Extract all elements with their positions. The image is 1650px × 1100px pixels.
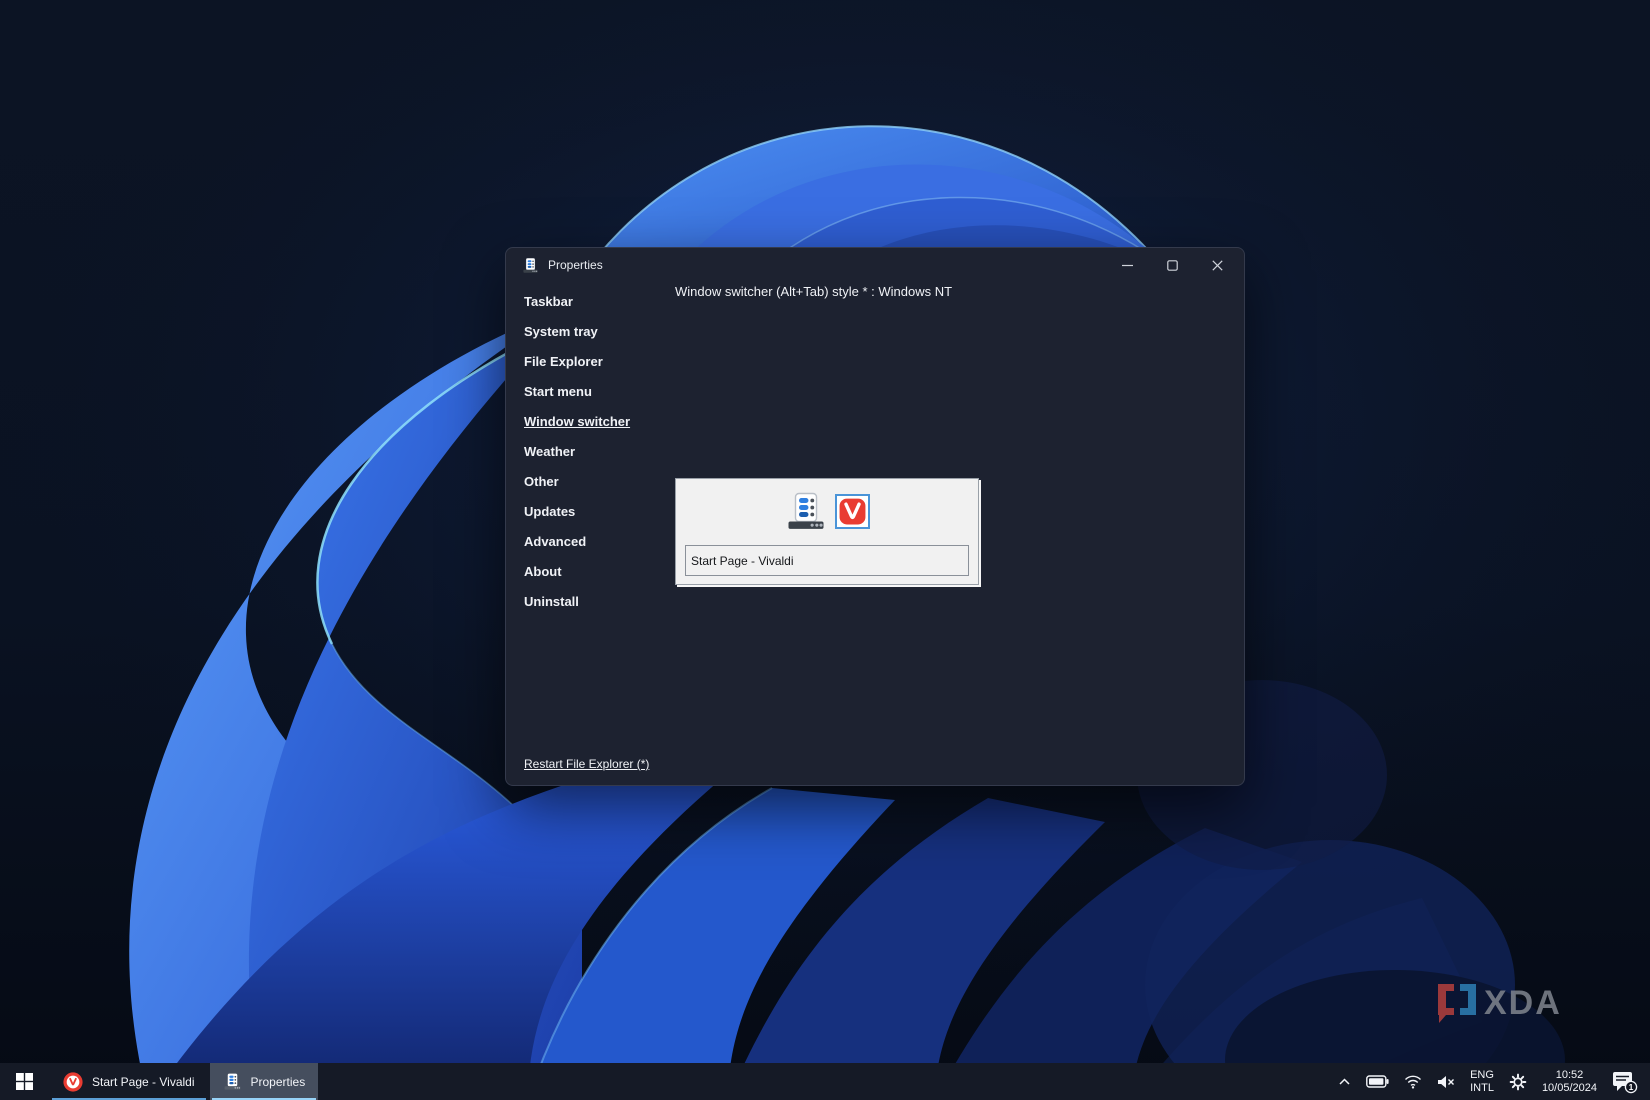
alt-tab-icons-row — [676, 488, 978, 534]
sidebar-item-advanced[interactable]: Advanced — [524, 527, 669, 557]
close-button[interactable] — [1195, 248, 1240, 282]
language-indicator[interactable]: ENG INTL — [1470, 1069, 1494, 1095]
hidden-icons-chevron[interactable] — [1338, 1077, 1351, 1086]
clock[interactable]: 10:52 10/05/2024 — [1542, 1069, 1597, 1095]
taskbar-item-label: Start Page - Vivaldi — [92, 1075, 195, 1089]
system-tray: ENG INTL 10:52 10/05/2024 — [1338, 1063, 1650, 1100]
sidebar-item-taskbar[interactable]: Taskbar — [524, 287, 669, 317]
title-bar: Properties — [506, 248, 1244, 282]
clock-time: 10:52 — [1542, 1069, 1597, 1082]
taskbar: Start Page - Vivaldi Properties — [0, 1063, 1650, 1100]
gear-icon[interactable] — [1509, 1073, 1527, 1091]
start-button[interactable] — [0, 1063, 48, 1100]
selected-window-title: Start Page - Vivaldi — [685, 545, 969, 576]
windows-logo-icon — [16, 1073, 33, 1090]
explorerpatcher-app-icon — [784, 490, 828, 532]
sidebar-item-system-tray[interactable]: System tray — [524, 317, 669, 347]
taskbar-item-label: Properties — [251, 1075, 306, 1089]
sidebar-item-weather[interactable]: Weather — [524, 437, 669, 467]
taskbar-item-vivaldi[interactable]: Start Page - Vivaldi — [50, 1063, 208, 1100]
sidebar-item-updates[interactable]: Updates — [524, 497, 669, 527]
window-title: Properties — [548, 258, 603, 272]
desktop: XDA Properties — [0, 0, 1650, 1100]
sidebar-item-file-explorer[interactable]: File Explorer — [524, 347, 669, 377]
restart-file-explorer-link[interactable]: Restart File Explorer (*) — [524, 757, 649, 771]
svg-text:XDA: XDA — [1484, 984, 1562, 1022]
sidebar-item-other[interactable]: Other — [524, 467, 669, 497]
sidebar-item-about[interactable]: About — [524, 557, 669, 587]
explorerpatcher-icon — [522, 257, 539, 274]
wifi-icon[interactable] — [1404, 1075, 1422, 1089]
selected-app-frame — [835, 494, 870, 529]
battery-icon[interactable] — [1366, 1075, 1389, 1088]
notification-badge: 1 — [1629, 1082, 1634, 1092]
minimize-button[interactable] — [1105, 248, 1150, 282]
xda-watermark: XDA — [1434, 978, 1602, 1026]
vivaldi-icon — [839, 498, 866, 525]
explorerpatcher-icon — [223, 1072, 242, 1091]
clock-date: 10/05/2024 — [1542, 1082, 1597, 1095]
sidebar-item-start-menu[interactable]: Start menu — [524, 377, 669, 407]
notification-center-icon[interactable]: 1 — [1612, 1070, 1638, 1094]
vivaldi-icon — [63, 1072, 83, 1092]
alt-tab-preview: Start Page - Vivaldi — [675, 478, 979, 585]
taskbar-item-properties[interactable]: Properties — [210, 1063, 319, 1100]
settings-sidebar: Taskbar System tray File Explorer Start … — [524, 287, 669, 617]
volume-muted-icon[interactable] — [1437, 1075, 1455, 1089]
setting-heading[interactable]: Window switcher (Alt+Tab) style * : Wind… — [675, 284, 952, 299]
sidebar-item-uninstall[interactable]: Uninstall — [524, 587, 669, 617]
sidebar-item-window-switcher[interactable]: Window switcher — [524, 407, 669, 437]
maximize-button[interactable] — [1150, 248, 1195, 282]
properties-window: Properties Taskbar System tray F — [505, 247, 1245, 786]
